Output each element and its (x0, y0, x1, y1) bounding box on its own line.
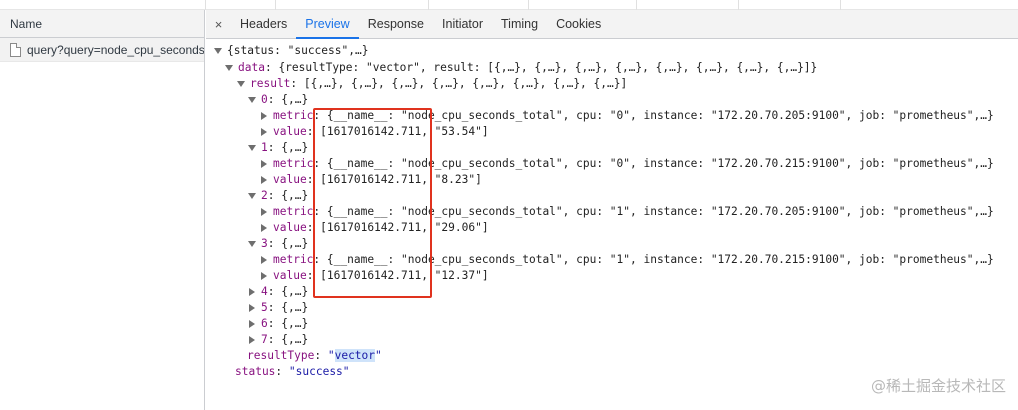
tree-node-metric[interactable]: metric: {__name__: "node_cpu_seconds_tot… (260, 108, 994, 124)
expand-triangle-icon[interactable] (248, 241, 256, 247)
tree-node-item[interactable]: 2: {,…} (248, 188, 308, 204)
collapse-triangle-icon[interactable] (249, 288, 255, 296)
tree-node-value[interactable]: value: [1617016142.711, "29.06"] (260, 220, 489, 236)
tree-node-item[interactable]: 1: {,…} (248, 140, 308, 156)
expand-triangle-icon[interactable] (248, 193, 256, 199)
tree-node-metric[interactable]: metric: {__name__: "node_cpu_seconds_tot… (260, 204, 994, 220)
collapse-triangle-icon[interactable] (261, 176, 267, 184)
request-name: query?query=node_cpu_seconds_total (27, 42, 204, 57)
tab-preview[interactable]: Preview (296, 10, 360, 39)
detail-tab-bar: × Headers Preview Response Initiator Tim… (206, 10, 1018, 39)
tab-headers[interactable]: Headers (231, 10, 296, 38)
tree-node-item[interactable]: 4: {,…} (248, 284, 308, 300)
collapse-triangle-icon[interactable] (249, 304, 255, 312)
tree-node-item[interactable]: 0: {,…} (248, 92, 308, 108)
collapse-triangle-icon[interactable] (249, 320, 255, 328)
tree-node-metric[interactable]: metric: {__name__: "node_cpu_seconds_tot… (260, 252, 994, 268)
json-preview: {status: "success",…} data: {resultType:… (206, 40, 1018, 410)
top-column-strip (0, 0, 1018, 10)
tab-response[interactable]: Response (359, 10, 433, 38)
tab-cookies[interactable]: Cookies (547, 10, 610, 38)
tree-node-status[interactable]: status: "success" (235, 364, 350, 380)
name-column-header[interactable]: Name (0, 10, 204, 38)
collapse-triangle-icon[interactable] (261, 272, 267, 280)
tree-node-item[interactable]: 5: {,…} (248, 300, 308, 316)
request-list-pane: Name query?query=node_cpu_seconds_total (0, 10, 205, 410)
expand-triangle-icon[interactable] (248, 97, 256, 103)
expand-triangle-icon[interactable] (237, 81, 245, 87)
tree-node-data[interactable]: data: {resultType: "vector", result: [{,… (225, 60, 817, 76)
close-icon[interactable]: × (206, 10, 231, 38)
watermark: @稀土掘金技术社区 (870, 377, 1006, 395)
collapse-triangle-icon[interactable] (261, 160, 267, 168)
tree-node-item[interactable]: 6: {,…} (248, 316, 308, 332)
selected-text[interactable]: vector (334, 349, 376, 362)
collapse-triangle-icon[interactable] (249, 336, 255, 344)
tree-node-result[interactable]: result: [{,…}, {,…}, {,…}, {,…}, {,…}, {… (237, 76, 627, 92)
collapse-triangle-icon[interactable] (261, 256, 267, 264)
tab-initiator[interactable]: Initiator (433, 10, 492, 38)
tree-node-value[interactable]: value: [1617016142.711, "8.23"] (260, 172, 482, 188)
tab-timing[interactable]: Timing (492, 10, 547, 38)
tree-node-value[interactable]: value: [1617016142.711, "53.54"] (260, 124, 489, 140)
tree-node-resulttype[interactable]: resultType: "vector" (247, 348, 382, 364)
tree-node-item[interactable]: 3: {,…} (248, 236, 308, 252)
expand-triangle-icon[interactable] (214, 48, 222, 54)
tree-root[interactable]: {status: "success",…} (214, 43, 368, 59)
request-row[interactable]: query?query=node_cpu_seconds_total (0, 38, 204, 62)
document-icon (10, 42, 21, 57)
tree-node-item[interactable]: 7: {,…} (248, 332, 308, 348)
collapse-triangle-icon[interactable] (261, 112, 267, 120)
collapse-triangle-icon[interactable] (261, 224, 267, 232)
tree-node-metric[interactable]: metric: {__name__: "node_cpu_seconds_tot… (260, 156, 994, 172)
expand-triangle-icon[interactable] (225, 65, 233, 71)
collapse-triangle-icon[interactable] (261, 208, 267, 216)
tree-node-value[interactable]: value: [1617016142.711, "12.37"] (260, 268, 489, 284)
collapse-triangle-icon[interactable] (261, 128, 267, 136)
expand-triangle-icon[interactable] (248, 145, 256, 151)
